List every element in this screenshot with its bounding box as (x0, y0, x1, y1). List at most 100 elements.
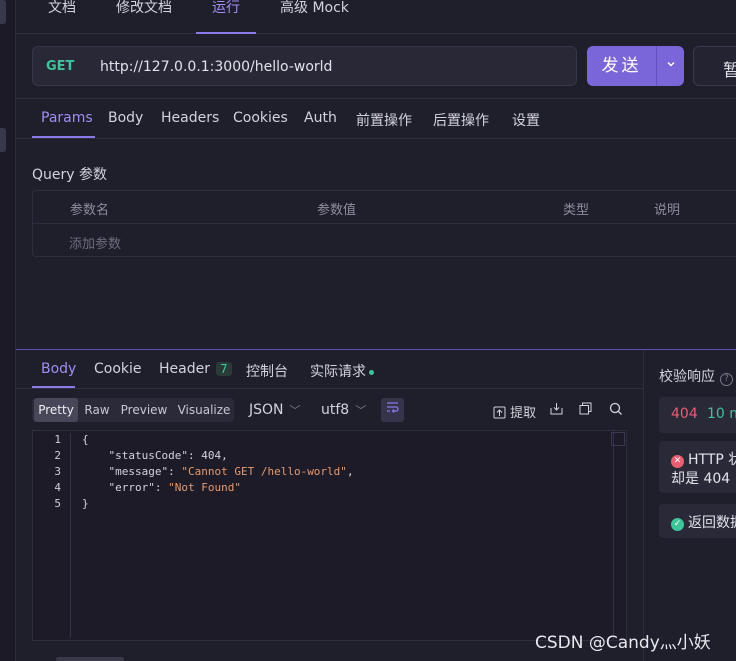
http-check-line: ✕ HTTP 状 (671, 449, 736, 469)
code-line: "error": "Not Found" (108, 481, 241, 494)
column-header-name: 参数名 (70, 203, 110, 218)
document-tabs: 文档 修改文档 运行 高级 Mock (16, 0, 736, 34)
tab-body[interactable]: Body (108, 110, 143, 126)
verify-title-text: 校验响应 (659, 369, 715, 385)
line-number: 5 (54, 497, 61, 510)
tab-pre-processors[interactable]: 前置操作 (356, 110, 412, 130)
bottom-tab-edge (56, 657, 124, 661)
response-panel-border (16, 349, 736, 350)
column-header-value: 参数值 (317, 203, 357, 218)
http-status-check-card[interactable]: ✕ HTTP 状 却是 404 (659, 441, 736, 493)
json-key: "statusCode" (108, 449, 188, 462)
tab-settings[interactable]: 设置 (512, 110, 540, 130)
json-value: "Not Found" (168, 481, 241, 494)
save-label: 暂 (723, 61, 736, 81)
format-select-value: JSON (249, 402, 284, 418)
tab-post-processors[interactable]: 后置操作 (433, 110, 489, 130)
verify-response-title: 校验响应? (659, 366, 733, 386)
line-number: 1 (54, 433, 61, 446)
request-tabs: Params Body Headers Cookies Auth 前置操作 后置… (16, 99, 736, 139)
code-line: } (82, 497, 89, 510)
status-card: 404 10 m (659, 397, 736, 433)
header-count-badge: 7 (215, 362, 232, 376)
editor-scrollbar[interactable] (613, 431, 614, 640)
panel-divider[interactable] (643, 350, 644, 661)
status-dot (369, 369, 374, 375)
error-icon: ✕ (671, 455, 684, 468)
http-method[interactable]: GET (46, 59, 74, 74)
format-pretty-button[interactable]: Pretty (34, 398, 78, 422)
chevron-down-icon[interactable] (657, 46, 684, 86)
column-header-type: 类型 (563, 203, 590, 218)
wrap-lines-icon[interactable] (381, 398, 404, 422)
line-number: 2 (54, 449, 61, 462)
query-params-label: Query 参数 (32, 167, 107, 183)
params-table-header: 参数名 参数值 类型 说明 (33, 191, 736, 224)
add-param-input[interactable]: 添加参数 (69, 233, 121, 252)
send-label[interactable]: 发送 (587, 46, 656, 86)
sidebar-marker (0, 128, 6, 152)
tab-headers[interactable]: Headers (161, 110, 219, 126)
tab-advanced-mock[interactable]: 高级 Mock (280, 0, 349, 33)
actual-request-label: 实际请求 (310, 364, 366, 380)
column-header-description: 说明 (654, 203, 681, 218)
tab-docs[interactable]: 文档 (48, 0, 76, 33)
schema-check-text: 返回数据 (688, 515, 736, 531)
copy-icon[interactable] (579, 402, 592, 417)
watermark: CSDN @Candy灬小妖 (535, 633, 711, 653)
format-visualize-button[interactable]: Visualize (174, 398, 234, 422)
chevron-down-icon: ﹀ (289, 404, 301, 417)
help-icon[interactable]: ? (720, 373, 733, 386)
json-value: 404 (201, 449, 222, 462)
http-check-detail: 却是 404 (671, 471, 731, 487)
left-sidebar-strip (0, 0, 16, 661)
schema-check-card[interactable]: ✓ 返回数据 (659, 504, 736, 538)
save-button[interactable]: 暂 (693, 46, 736, 86)
response-editor[interactable]: 1 2 3 4 5 { "statusCode": 404, "message"… (32, 430, 627, 641)
code-line: "message": "Cannot GET /hello-world", (108, 465, 354, 478)
http-check-text: HTTP 状 (688, 452, 736, 468)
tab-cookies[interactable]: Cookies (233, 110, 288, 126)
header-tab-label: Header (159, 361, 210, 377)
encoding-select-value: utf8 (321, 402, 350, 418)
format-toggle-group: Pretty Raw Preview Visualize (32, 398, 234, 422)
url-input[interactable]: http://127.0.0.1:3000/hello-world (100, 59, 332, 75)
encoding-select[interactable]: utf8 ﹀ (321, 402, 366, 418)
code-line: { (82, 433, 89, 446)
schema-check-line: ✓ 返回数据 (671, 512, 736, 532)
url-bar[interactable]: GET http://127.0.0.1:3000/hello-world (32, 46, 577, 86)
tab-edit-docs[interactable]: 修改文档 (116, 0, 172, 33)
tab-response-body[interactable]: Body (41, 361, 76, 377)
download-icon[interactable] (550, 402, 563, 417)
extract-button[interactable]: 提取 (493, 402, 536, 421)
tab-auth[interactable]: Auth (304, 110, 337, 126)
active-tab-indicator (32, 136, 95, 138)
json-key: "message" (108, 465, 169, 478)
line-number: 4 (54, 481, 61, 494)
gutter-guide (70, 433, 71, 638)
json-key: "error" (108, 481, 155, 494)
format-select[interactable]: JSON ﹀ (249, 402, 301, 418)
main-panel: 文档 修改文档 运行 高级 Mock GET http://127.0.0.1:… (16, 0, 736, 661)
tab-run[interactable]: 运行 (212, 0, 240, 33)
search-icon[interactable] (609, 402, 623, 418)
code-line: "statusCode": 404, (108, 449, 228, 462)
format-raw-button[interactable]: Raw (80, 398, 114, 422)
divider (16, 388, 643, 389)
line-number: 3 (54, 465, 61, 478)
tab-console[interactable]: 控制台 (246, 361, 288, 381)
send-button[interactable]: 发送 (587, 46, 684, 86)
tab-actual-request[interactable]: 实际请求 (310, 361, 374, 381)
extract-label: 提取 (510, 406, 537, 421)
active-tab-indicator (196, 32, 256, 34)
status-code: 404 (671, 406, 698, 422)
check-icon: ✓ (671, 518, 684, 531)
format-preview-button[interactable]: Preview (116, 398, 172, 422)
response-time: 10 m (707, 406, 736, 422)
tab-response-cookie[interactable]: Cookie (94, 361, 142, 377)
extract-icon (493, 406, 506, 419)
json-value: "Cannot GET /hello-world" (181, 465, 347, 478)
tab-params[interactable]: Params (41, 110, 93, 126)
tab-response-header[interactable]: Header 7 (159, 361, 232, 377)
params-table: 参数名 参数值 类型 说明 添加参数 (32, 190, 736, 257)
